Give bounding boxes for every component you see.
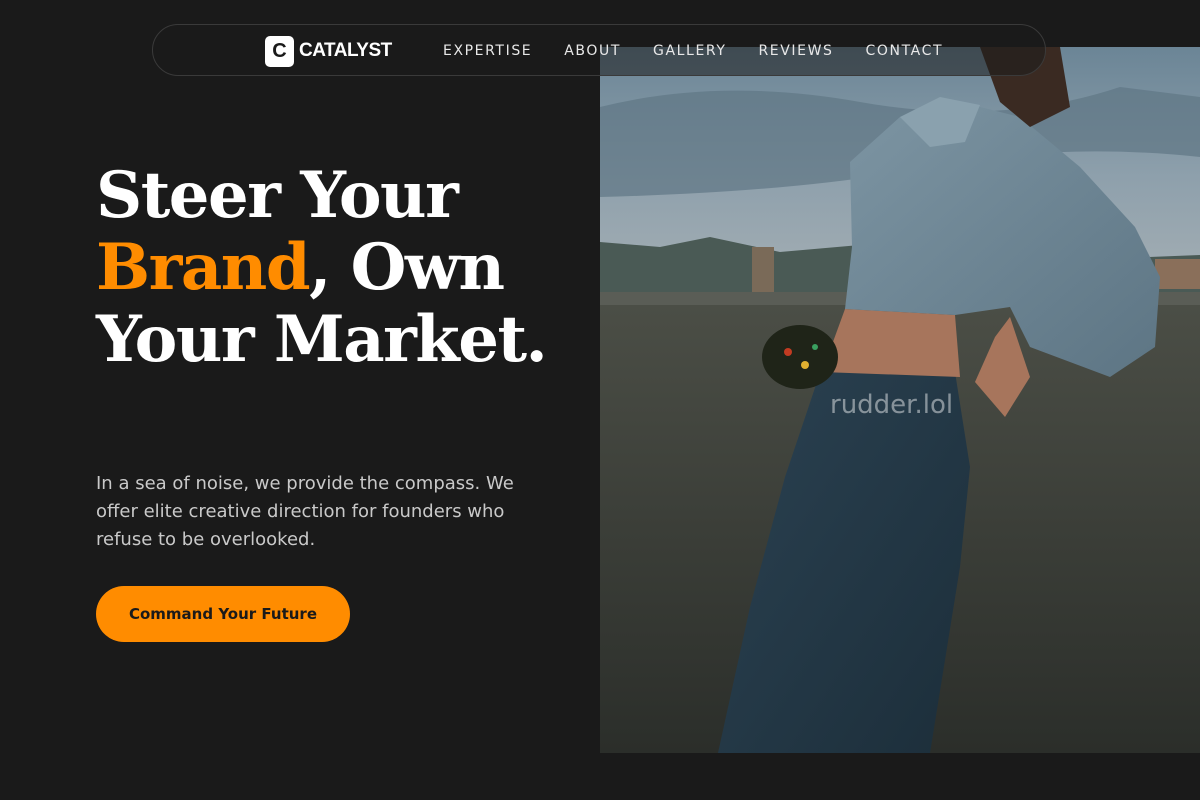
nav-link-reviews[interactable]: REVIEWS bbox=[758, 43, 833, 59]
headline-part1: Steer Your bbox=[96, 158, 459, 233]
nav-link-expertise[interactable]: EXPERTISE bbox=[443, 43, 532, 59]
nav-link-gallery[interactable]: GALLERY bbox=[653, 43, 726, 59]
image-watermark: rudder.lol bbox=[830, 390, 954, 420]
logo[interactable]: C CATALYST bbox=[265, 35, 392, 67]
nav-link-contact[interactable]: CONTACT bbox=[866, 43, 944, 59]
headline-accent: Brand bbox=[96, 230, 311, 305]
hero-headline: Steer Your Brand, Own Your Market. bbox=[96, 160, 576, 376]
nav-links: EXPERTISE ABOUT GALLERY REVIEWS CONTACT bbox=[443, 25, 975, 77]
logo-mark-icon: C bbox=[265, 35, 294, 67]
top-navbar: C CATALYST EXPERTISE ABOUT GALLERY REVIE… bbox=[152, 24, 1046, 76]
logo-text: CATALYST bbox=[299, 40, 392, 61]
hero-subcopy: In a sea of noise, we provide the compas… bbox=[96, 473, 514, 550]
cta-button[interactable]: Command Your Future bbox=[96, 586, 350, 642]
nav-link-about[interactable]: ABOUT bbox=[564, 43, 621, 59]
